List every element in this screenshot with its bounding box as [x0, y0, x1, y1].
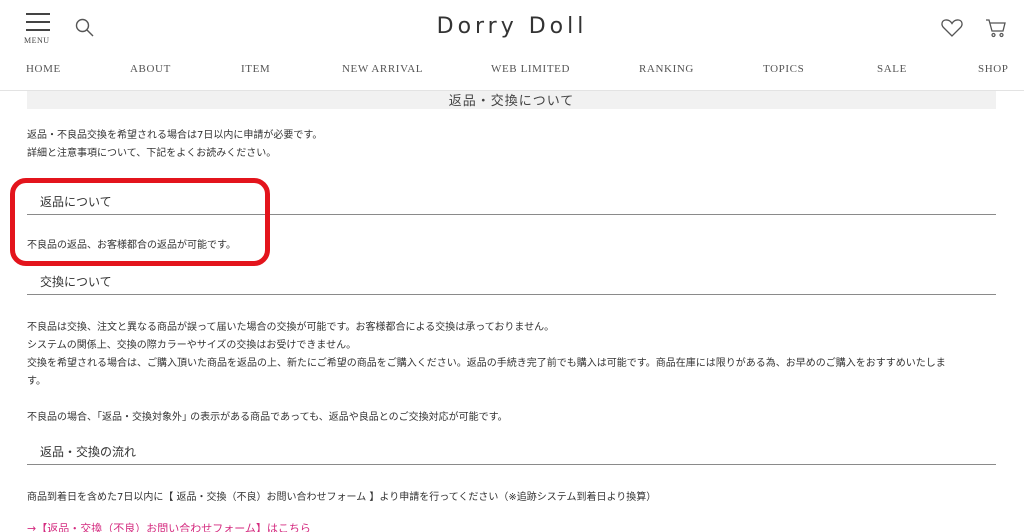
nav-new-arrival[interactable]: NEW ARRIVAL — [342, 63, 423, 75]
site-header: MENU Dorry Doll HOME ABOUT ITEM NEW ARRI… — [0, 0, 1024, 91]
site-logo[interactable]: Dorry Doll — [0, 14, 1024, 39]
exchange-heading: 交換について — [40, 275, 112, 289]
exchange-line-4: す。 — [27, 376, 46, 387]
nav-ranking[interactable]: RANKING — [639, 63, 694, 75]
main-nav: HOME ABOUT ITEM NEW ARRIVAL WEB LIMITED … — [0, 63, 1024, 81]
cart-icon — [986, 19, 1006, 38]
inquiry-form-link[interactable]: →【返品・交換（不良）お問い合わせフォーム】はこちら — [27, 520, 311, 532]
cart-button[interactable] — [984, 16, 1008, 40]
nav-shop[interactable]: SHOP — [978, 63, 1009, 75]
exchange-line-3: 交換を希望される場合は、ご購入頂いた商品を返品の上、新たにご希望の商品をご購入く… — [27, 358, 946, 369]
exchange-line-5: 不良品の場合、｢返品・交換対象外｣ の表示がある商品であっても、返品や良品とのご… — [27, 412, 508, 423]
nav-home[interactable]: HOME — [26, 63, 61, 75]
exchange-line-2: システムの関係上、交換の際カラーやサイズの交換はお受けできません。 — [27, 340, 357, 351]
flow-heading: 返品・交換の流れ — [40, 445, 137, 459]
flow-body: 商品到着日を含めた7日以内に【 返品・交換（不良）お問い合わせフォーム 】より申… — [27, 492, 657, 503]
page-title: 返品・交換について — [448, 94, 575, 109]
favorites-button[interactable] — [940, 17, 964, 39]
returns-page: MENU Dorry Doll HOME ABOUT ITEM NEW ARRI… — [0, 0, 1024, 532]
nav-sale[interactable]: SALE — [877, 63, 907, 75]
nav-about[interactable]: ABOUT — [130, 63, 171, 75]
nav-item[interactable]: ITEM — [241, 63, 270, 75]
intro-line-2: 詳細と注意事項について、下記をよくお読みください。 — [27, 148, 277, 159]
heart-icon — [941, 19, 963, 37]
intro-line-1: 返品・不良品交換を希望される場合は7日以内に申請が必要です。 — [27, 130, 323, 141]
exchange-line-1: 不良品は交換、注文と異なる商品が誤って届いた場合の交換が可能です。お客様都合によ… — [27, 322, 555, 333]
flow-divider — [27, 464, 996, 465]
nav-topics[interactable]: TOPICS — [763, 63, 804, 75]
exchange-divider — [27, 294, 996, 295]
red-highlight-annotation — [10, 178, 270, 266]
nav-web-limited[interactable]: WEB LIMITED — [491, 63, 570, 75]
